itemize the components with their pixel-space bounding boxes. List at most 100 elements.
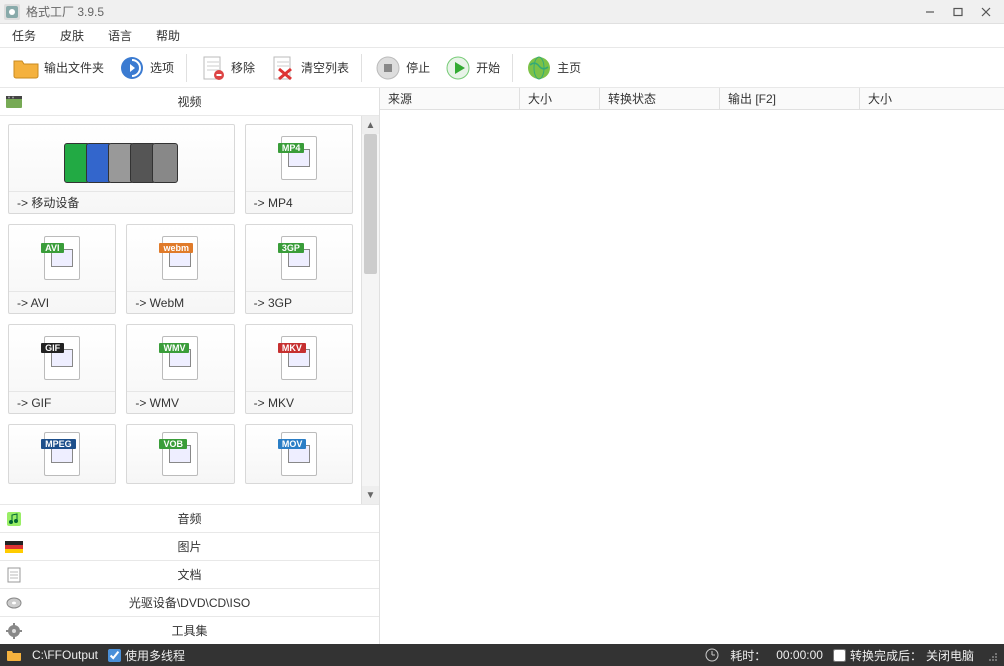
format-tile[interactable]: MPEG xyxy=(8,424,116,484)
stop-button[interactable]: 停止 xyxy=(368,50,436,86)
tile-label: -> GIF xyxy=(9,391,115,413)
scrollbar[interactable]: ▲ ▼ xyxy=(361,116,379,504)
tile-icon: MOV xyxy=(246,425,352,483)
scroll-thumb[interactable] xyxy=(364,134,377,274)
category-title: 视频 xyxy=(177,93,201,110)
category-label: 工具集 xyxy=(171,622,207,639)
category-row[interactable]: 光驱设备\DVD\CD\ISO xyxy=(0,588,379,616)
elapsed-label: 耗时： xyxy=(730,647,766,664)
menu-task[interactable]: 任务 xyxy=(8,25,40,46)
toolbar-separator xyxy=(512,54,513,82)
category-row[interactable]: 工具集 xyxy=(0,616,379,644)
column-header[interactable]: 来源 xyxy=(380,88,520,109)
right-panel: 来源大小转换状态输出 [F2]大小 xyxy=(380,88,1004,644)
tile-icon: MPEG xyxy=(9,425,115,483)
category-label: 音频 xyxy=(177,510,201,527)
image-icon xyxy=(4,537,24,557)
format-tile[interactable]: MP4-> MP4 xyxy=(245,124,353,214)
format-tile[interactable]: -> 移动设备 xyxy=(8,124,235,214)
tile-label: -> WMV xyxy=(127,391,233,413)
tile-label: -> WebM xyxy=(127,291,233,313)
category-row[interactable]: 文档 xyxy=(0,560,379,588)
folder-icon xyxy=(12,54,40,82)
format-tile[interactable]: WMV-> WMV xyxy=(126,324,234,414)
format-grid-wrap: -> 移动设备MP4-> MP4AVI-> AVIwebm-> WebM3GP-… xyxy=(0,116,379,504)
tile-icon: MKV xyxy=(246,325,352,391)
stop-label: 停止 xyxy=(406,59,430,76)
table-body xyxy=(380,110,1004,644)
format-tile[interactable]: VOB xyxy=(126,424,234,484)
tile-icon xyxy=(9,125,234,191)
window-title: 格式工厂 3.9.5 xyxy=(26,3,916,20)
format-tile[interactable]: 3GP-> 3GP xyxy=(245,224,353,314)
document-icon xyxy=(4,565,24,585)
elapsed-value: 00:00:00 xyxy=(776,648,823,662)
category-label: 光驱设备\DVD\CD\ISO xyxy=(129,594,250,611)
remove-label: 移除 xyxy=(231,59,255,76)
category-label: 文档 xyxy=(177,566,201,583)
scroll-track[interactable] xyxy=(362,134,379,486)
multithread-label: 使用多线程 xyxy=(125,647,185,664)
menubar: 任务 皮肤 语言 帮助 xyxy=(0,24,1004,48)
minimize-button[interactable] xyxy=(916,2,944,22)
menu-language[interactable]: 语言 xyxy=(104,25,136,46)
column-header[interactable]: 大小 xyxy=(520,88,600,109)
globe-icon xyxy=(525,54,553,82)
tools-icon xyxy=(4,621,24,641)
column-header[interactable]: 转换状态 xyxy=(600,88,720,109)
format-tile[interactable]: MOV xyxy=(245,424,353,484)
after-done-checkbox[interactable]: 转换完成后： 关闭电脑 xyxy=(833,647,974,664)
format-tile[interactable]: GIF-> GIF xyxy=(8,324,116,414)
tile-label: -> MKV xyxy=(246,391,352,413)
close-button[interactable] xyxy=(972,2,1000,22)
tile-icon: WMV xyxy=(127,325,233,391)
remove-button[interactable]: 移除 xyxy=(193,50,261,86)
homepage-button[interactable]: 主页 xyxy=(519,50,587,86)
stop-icon xyxy=(374,54,402,82)
clear-label: 清空列表 xyxy=(301,59,349,76)
titlebar: 格式工厂 3.9.5 xyxy=(0,0,1004,24)
tile-icon: 3GP xyxy=(246,225,352,291)
after-done-input[interactable] xyxy=(833,649,846,662)
toolbar: 输出文件夹 选项 移除 清空列表 停止 开始 主页 xyxy=(0,48,1004,88)
tile-icon: AVI xyxy=(9,225,115,291)
homepage-label: 主页 xyxy=(557,59,581,76)
clear-list-button[interactable]: 清空列表 xyxy=(263,50,355,86)
column-header[interactable]: 大小 xyxy=(860,88,1004,109)
start-icon xyxy=(444,54,472,82)
tile-icon: VOB xyxy=(127,425,233,483)
column-header[interactable]: 输出 [F2] xyxy=(720,88,860,109)
statusbar: C:\FFOutput 使用多线程 耗时： 00:00:00 转换完成后： 关闭… xyxy=(0,644,1004,666)
options-icon xyxy=(118,54,146,82)
menu-skin[interactable]: 皮肤 xyxy=(56,25,88,46)
start-button[interactable]: 开始 xyxy=(438,50,506,86)
tile-label: -> AVI xyxy=(9,291,115,313)
multithread-checkbox[interactable]: 使用多线程 xyxy=(108,647,185,664)
tile-label: -> 3GP xyxy=(246,291,352,313)
clear-icon xyxy=(269,54,297,82)
tile-icon: webm xyxy=(127,225,233,291)
options-label: 选项 xyxy=(150,59,174,76)
format-tile[interactable]: webm-> WebM xyxy=(126,224,234,314)
options-button[interactable]: 选项 xyxy=(112,50,180,86)
category-header-video[interactable]: 视频 xyxy=(0,88,379,116)
video-icon xyxy=(4,92,24,112)
resize-grip[interactable] xyxy=(984,648,998,662)
output-folder-button[interactable]: 输出文件夹 xyxy=(6,50,110,86)
left-panel: 视频 -> 移动设备MP4-> MP4AVI-> AVIwebm-> WebM3… xyxy=(0,88,380,644)
folder-small-icon[interactable] xyxy=(6,647,22,663)
start-label: 开始 xyxy=(476,59,500,76)
menu-help[interactable]: 帮助 xyxy=(152,25,184,46)
category-row[interactable]: 图片 xyxy=(0,532,379,560)
output-path[interactable]: C:\FFOutput xyxy=(32,648,98,662)
category-row[interactable]: 音频 xyxy=(0,504,379,532)
format-tile[interactable]: MKV-> MKV xyxy=(245,324,353,414)
scroll-down-button[interactable]: ▼ xyxy=(362,486,379,504)
toolbar-separator xyxy=(361,54,362,82)
maximize-button[interactable] xyxy=(944,2,972,22)
clock-icon xyxy=(704,647,720,663)
multithread-input[interactable] xyxy=(108,649,121,662)
app-icon xyxy=(4,4,20,20)
format-tile[interactable]: AVI-> AVI xyxy=(8,224,116,314)
scroll-up-button[interactable]: ▲ xyxy=(362,116,379,134)
